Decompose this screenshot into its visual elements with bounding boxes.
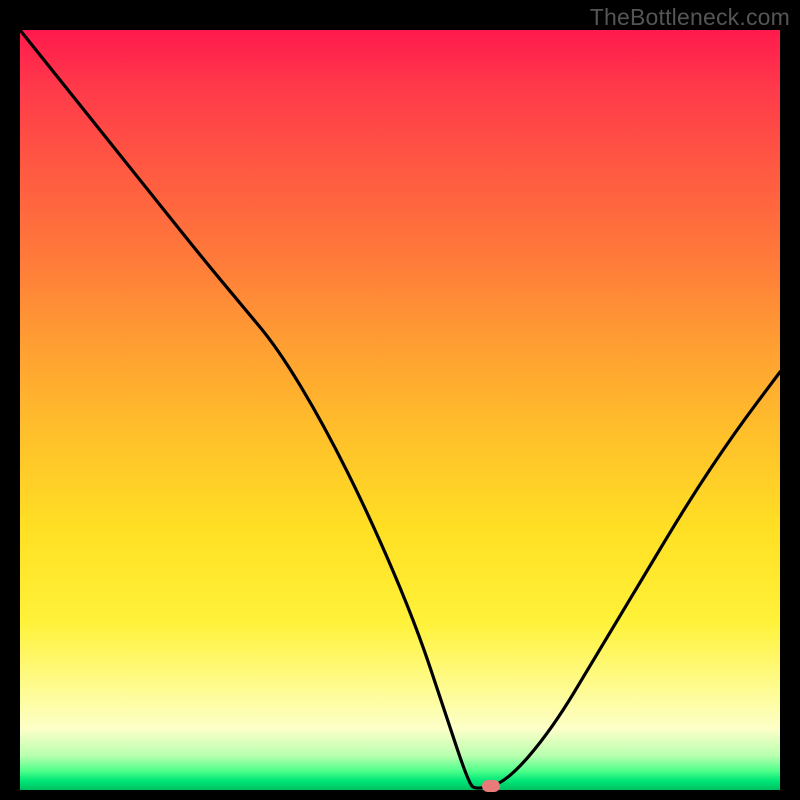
plot-area [20,30,780,790]
chart-container: TheBottleneck.com [0,0,800,800]
optimal-marker [482,780,500,792]
bottleneck-curve [20,30,780,790]
curve-path [20,30,780,788]
watermark-label: TheBottleneck.com [590,4,790,31]
